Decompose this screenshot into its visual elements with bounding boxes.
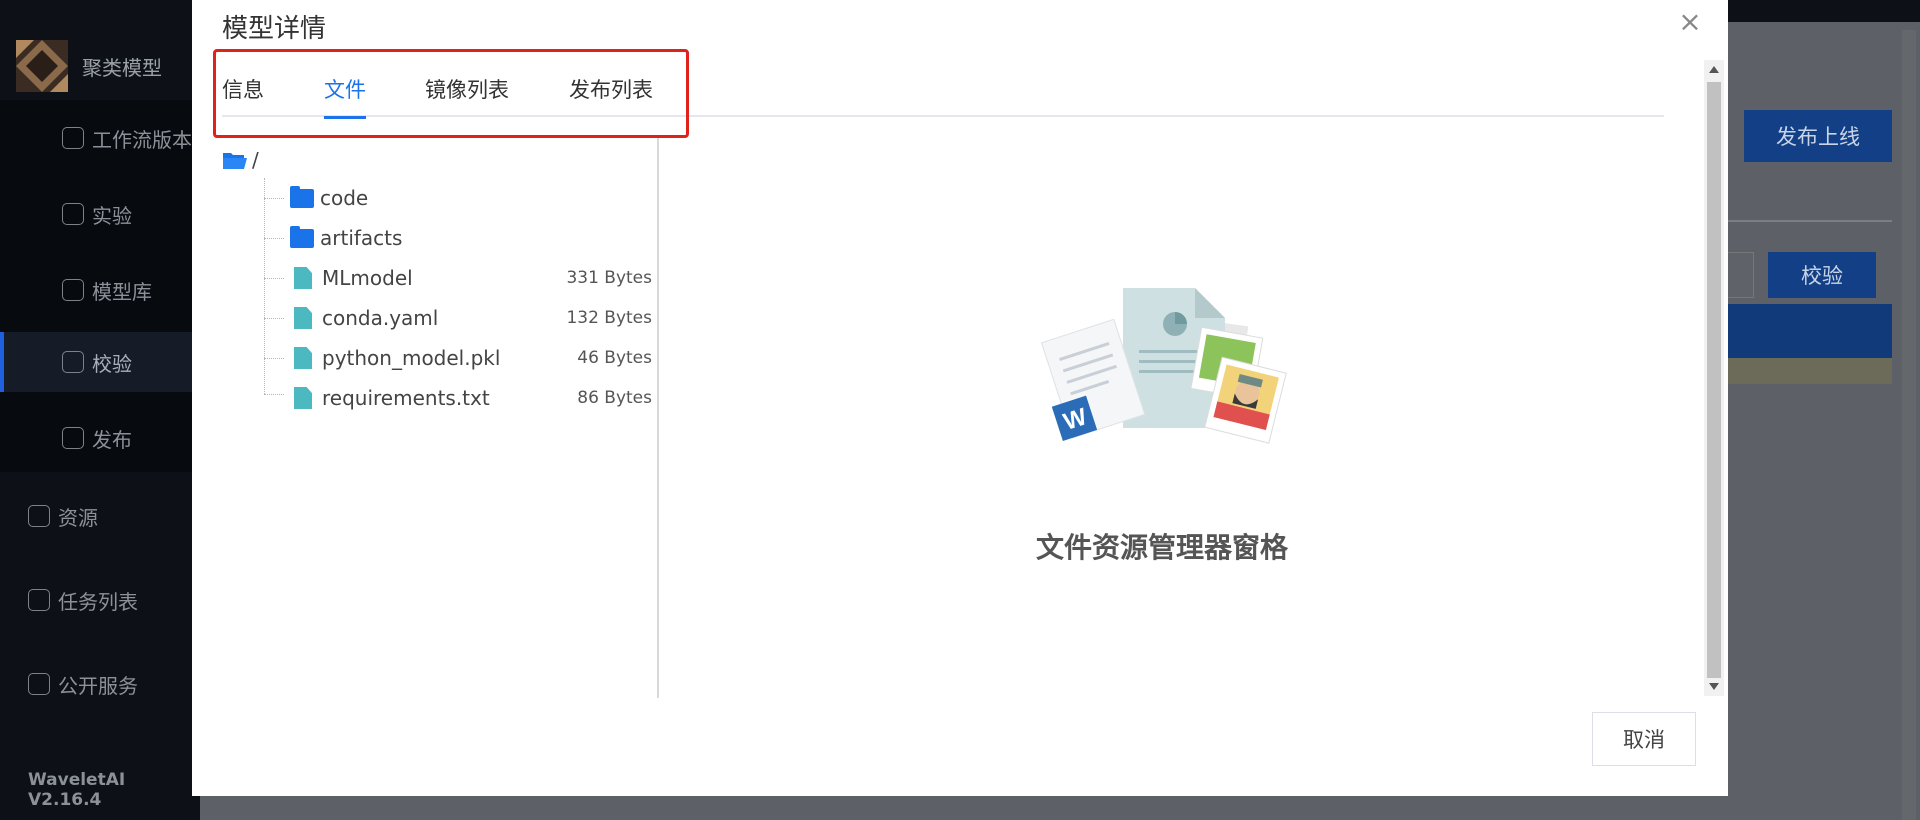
scroll-down-arrow-icon[interactable] — [1709, 683, 1719, 690]
tab-highlight-box — [213, 49, 689, 138]
nav-item-public-services[interactable]: 公开服务 — [0, 654, 200, 714]
close-icon[interactable]: × — [1676, 8, 1704, 36]
bg-table-row — [1720, 358, 1892, 384]
file-icon — [294, 267, 312, 289]
preview-caption: 文件资源管理器窗格 — [1035, 531, 1288, 564]
nav-label: 模型库 — [92, 279, 152, 304]
file-icon — [294, 347, 312, 369]
share-icon — [28, 589, 50, 611]
folder-icon — [290, 225, 314, 248]
nav-label: 实验 — [92, 203, 132, 228]
nav-item-model-library[interactable]: 模型库 — [0, 260, 200, 320]
verify-button[interactable]: 校验 — [1768, 252, 1876, 298]
tree-item-name: artifacts — [320, 226, 403, 250]
store-icon — [28, 673, 50, 695]
pane-divider[interactable] — [657, 138, 659, 698]
bg-table-header — [1720, 304, 1892, 358]
nav-item-verify[interactable]: 校验 — [0, 332, 200, 392]
nav-item-experiment[interactable]: 实验 — [0, 184, 200, 244]
file-icon — [294, 387, 312, 409]
cube-icon — [62, 427, 84, 449]
nav-label: 发布 — [92, 427, 132, 452]
app-logo-row: 聚类模型 — [0, 32, 200, 100]
folder-icon — [290, 185, 314, 208]
cancel-button[interactable]: 取消 — [1592, 712, 1696, 766]
nav-label: 资源 — [58, 505, 98, 530]
file-size: 46 Bytes — [577, 348, 652, 368]
nav-item-resources[interactable]: 资源 — [0, 486, 200, 546]
file-tree: / code artifacts MLmodel 331 Bytes conda… — [222, 138, 660, 698]
scan-icon — [62, 351, 84, 373]
nav-label: 校验 — [92, 351, 132, 376]
workflow-icon — [62, 127, 84, 149]
tree-item-file[interactable]: conda.yaml 132 Bytes — [222, 300, 660, 336]
tree-item-name: conda.yaml — [322, 306, 439, 330]
tree-root[interactable]: / — [222, 142, 660, 178]
version-label: WaveletAI V2.16.4 — [28, 770, 126, 810]
tree-item-name: MLmodel — [322, 266, 413, 290]
file-size: 331 Bytes — [566, 268, 652, 288]
file-size: 132 Bytes — [566, 308, 652, 328]
publish-online-button[interactable]: 发布上线 — [1744, 110, 1892, 162]
tree-item-folder[interactable]: artifacts — [222, 220, 660, 256]
documents-illustration-icon: W — [1040, 288, 1287, 444]
model-library-icon — [62, 279, 84, 301]
tree-item-file[interactable]: requirements.txt 86 Bytes — [222, 380, 660, 416]
bg-divider — [1720, 220, 1892, 222]
scroll-up-arrow-icon[interactable] — [1709, 66, 1719, 73]
dialog-scrollbar[interactable] — [1704, 60, 1724, 696]
dialog-title: 模型详情 — [222, 14, 327, 44]
nav-item-tasks[interactable]: 任务列表 — [0, 570, 200, 630]
app-title: 聚类模型 — [82, 55, 162, 80]
experiment-icon — [62, 203, 84, 225]
nav-item-publish[interactable]: 发布 — [0, 408, 200, 468]
nav-label: 公开服务 — [58, 673, 138, 698]
nav-label: 任务列表 — [58, 589, 138, 614]
tree-item-name: python_model.pkl — [322, 346, 501, 370]
scrollbar-thumb[interactable] — [1707, 82, 1721, 678]
tree-item-file[interactable]: MLmodel 331 Bytes — [222, 260, 660, 296]
tree-item-name: requirements.txt — [322, 386, 490, 410]
file-icon — [294, 307, 312, 329]
app-logo-icon — [12, 36, 72, 96]
bg-scrollbar[interactable] — [1902, 30, 1916, 820]
tree-root-label: / — [252, 148, 259, 172]
tree-item-folder[interactable]: code — [222, 180, 660, 216]
folder-open-icon — [222, 150, 248, 170]
preview-pane: W 文件资源管理器窗格 — [660, 138, 1664, 698]
tree-item-name: code — [320, 186, 369, 210]
tree-item-file[interactable]: python_model.pkl 46 Bytes — [222, 340, 660, 376]
file-size: 86 Bytes — [577, 388, 652, 408]
sidebar: 聚类模型 工作流版本 实验 模型库 校验 发布 资源 任务列表 公开服务 Wav… — [0, 0, 200, 820]
nav-item-workflow[interactable]: 工作流版本 — [0, 108, 200, 168]
model-details-dialog: 模型详情 × 信息 文件 镜像列表 发布列表 / code artifacts … — [192, 0, 1728, 796]
nav-label: 工作流版本 — [92, 127, 192, 152]
cloud-icon — [28, 505, 50, 527]
